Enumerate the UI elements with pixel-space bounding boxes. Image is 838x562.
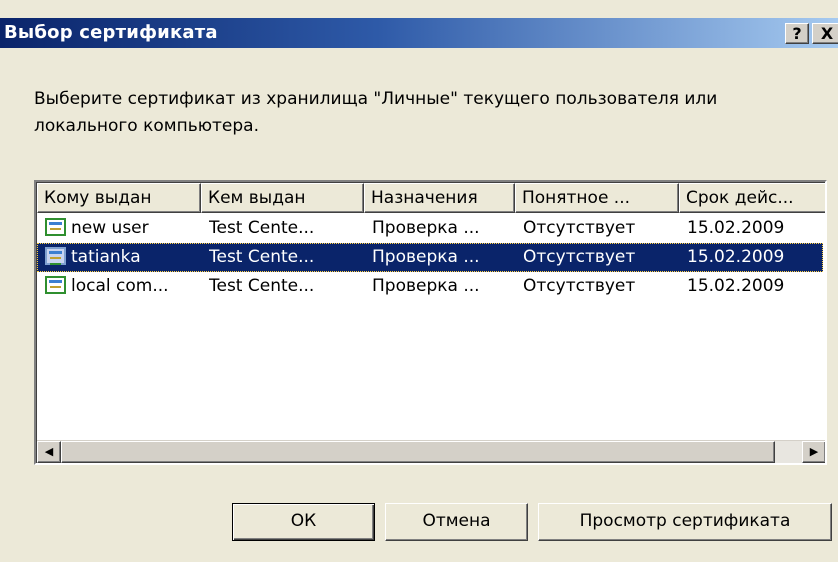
cell-issued-to: local com...: [71, 276, 169, 296]
title-bar[interactable]: Выбор сертификата ? X: [0, 18, 838, 48]
cell-friendly-name: Отсутствует: [523, 218, 636, 238]
scroll-thumb[interactable]: [61, 441, 775, 463]
column-header-expiration[interactable]: Срок дейс...: [679, 183, 825, 213]
horizontal-scrollbar[interactable]: ◀ ▶: [37, 440, 825, 463]
certificate-icon: [45, 218, 66, 236]
cell-purposes: Проверка ...: [372, 276, 480, 296]
close-button[interactable]: X: [812, 23, 838, 44]
cell-issued-by: Test Cente...: [209, 276, 315, 296]
focus-rectangle: [37, 243, 823, 272]
table-row[interactable]: new user Test Cente... Проверка ... Отсу…: [37, 214, 823, 243]
cell-expiration: 15.02.2009: [687, 276, 785, 296]
cell-friendly-name: Отсутствует: [523, 276, 636, 296]
cancel-button[interactable]: Отмена: [385, 503, 528, 541]
cell-issued-by: Test Cente...: [209, 218, 315, 238]
help-button[interactable]: ?: [785, 23, 809, 44]
cell-expiration: 15.02.2009: [687, 218, 785, 238]
certificate-icon: [45, 276, 66, 294]
view-certificate-button[interactable]: Просмотр сертификата: [538, 503, 832, 541]
ok-button[interactable]: ОК: [232, 503, 375, 541]
column-header-issued-by[interactable]: Кем выдан: [201, 183, 364, 213]
instruction-text: Выберите сертификат из хранилища "Личные…: [34, 89, 718, 136]
column-header-issued-to[interactable]: Кому выдан: [37, 183, 201, 213]
cell-purposes: Проверка ...: [372, 218, 480, 238]
scroll-right-button[interactable]: ▶: [802, 441, 825, 463]
window-title: Выбор сертификата: [4, 22, 218, 43]
column-header-friendly-name[interactable]: Понятное ...: [515, 183, 679, 213]
table-row[interactable]: local com... Test Cente... Проверка ... …: [37, 272, 823, 301]
certificate-selection-dialog: Выбор сертификата ? X Выберите сертифика…: [0, 0, 838, 562]
scroll-left-button[interactable]: ◀: [37, 441, 61, 463]
column-header-row: Кому выдан Кем выдан Назначения Понятное…: [37, 183, 825, 213]
cell-issued-to: new user: [71, 218, 149, 238]
column-header-purposes[interactable]: Назначения: [364, 183, 515, 213]
table-row-selected[interactable]: tatianka Test Cente... Проверка ... Отсу…: [37, 243, 823, 272]
certificate-list[interactable]: Кому выдан Кем выдан Назначения Понятное…: [34, 180, 827, 465]
